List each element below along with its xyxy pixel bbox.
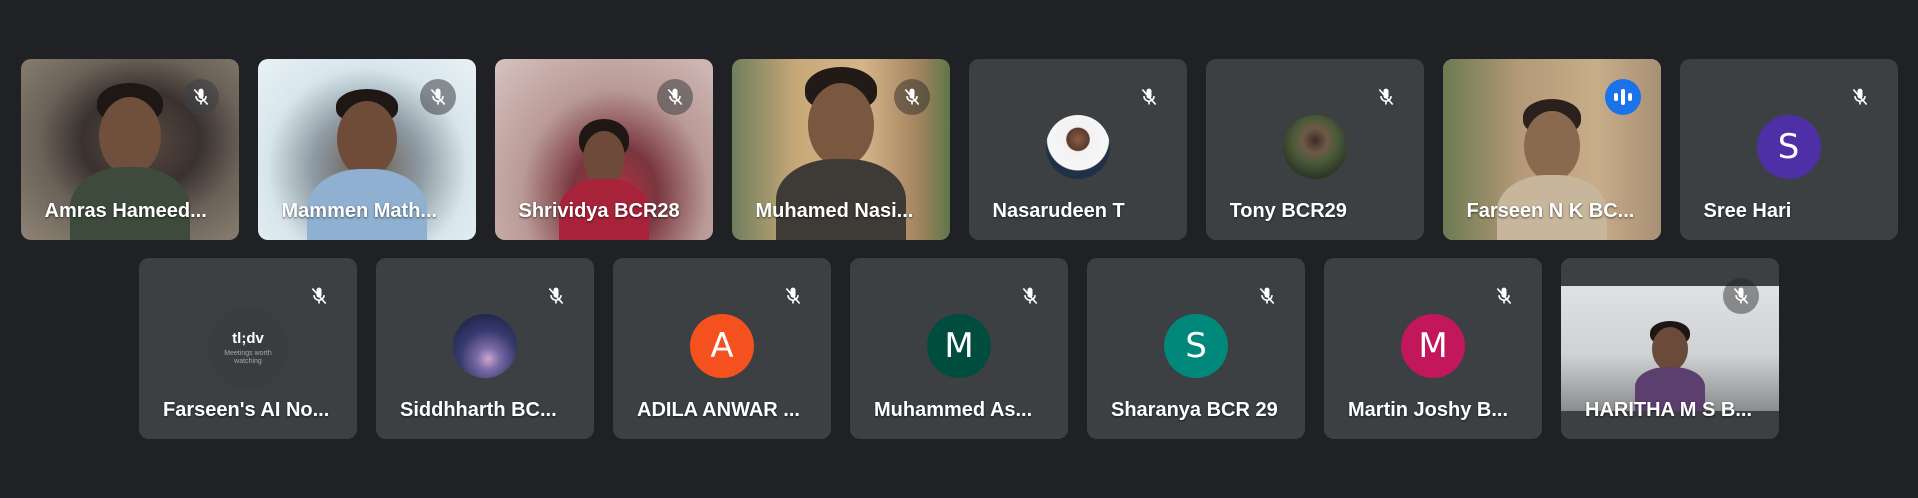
participant-name: Martin Joshy B...: [1348, 399, 1509, 421]
mic-off-icon: [538, 278, 574, 314]
avatar: M: [927, 314, 991, 378]
participant-row-1: Amras Hameed... Mammen Math... Shrividya…: [0, 59, 1918, 240]
participant-tile-sharanya[interactable]: S Sharanya BCR 29: [1087, 258, 1305, 439]
participant-tile-siddhharth[interactable]: Siddhharth BC...: [376, 258, 594, 439]
meeting-grid: Amras Hameed... Mammen Math... Shrividya…: [0, 0, 1918, 498]
participant-tile-shrividya[interactable]: Shrividya BCR28: [494, 59, 713, 240]
participant-name: Nasarudeen T: [992, 200, 1125, 222]
mic-off-icon: [1367, 79, 1404, 115]
mic-off-icon: [1249, 278, 1285, 314]
participant-name: Sharanya BCR 29: [1111, 399, 1278, 421]
mic-off-icon: [775, 278, 811, 314]
avatar: S: [1756, 115, 1821, 179]
tldv-logo: tl;dv Meetings worth watching: [208, 308, 288, 388]
avatar: M: [1401, 314, 1465, 378]
participant-tile-tony[interactable]: Tony BCR29: [1205, 59, 1424, 240]
participant-name: Amras Hameed...: [44, 200, 207, 222]
mic-off-icon: [1486, 278, 1522, 314]
participant-tile-muhamed[interactable]: Muhamed Nasi...: [731, 59, 950, 240]
mic-off-icon: [182, 79, 219, 115]
participant-name: Sree Hari: [1703, 200, 1792, 222]
participant-name: Tony BCR29: [1229, 200, 1347, 222]
mic-off-icon: [656, 79, 693, 115]
avatar: [1045, 115, 1110, 179]
participant-tile-ai-notetaker[interactable]: tl;dv Meetings worth watching Farseen's …: [139, 258, 357, 439]
participant-name: Farseen N K BC...: [1466, 200, 1635, 222]
participant-name: Mammen Math...: [281, 200, 438, 222]
audio-level-icon: [1604, 79, 1641, 115]
participant-tile-farseen[interactable]: Farseen N K BC...: [1442, 59, 1661, 240]
participant-name: Siddhharth BC...: [400, 399, 557, 421]
participant-name: Muhamed Nasi...: [755, 200, 914, 222]
participant-tile-haritha[interactable]: HARITHA M S B...: [1561, 258, 1779, 439]
mic-off-icon: [301, 278, 337, 314]
avatar: A: [690, 314, 754, 378]
participant-name: Muhammed As...: [874, 399, 1033, 421]
participant-tile-amras[interactable]: Amras Hameed...: [20, 59, 239, 240]
logo-text: tl;dv: [232, 330, 264, 347]
participant-tile-mammen[interactable]: Mammen Math...: [257, 59, 476, 240]
participant-tile-nasarudeen[interactable]: Nasarudeen T: [968, 59, 1187, 240]
participant-name: Farseen's AI No...: [163, 399, 330, 421]
avatar: [453, 314, 517, 378]
logo-subtext: Meetings worth watching: [224, 350, 272, 365]
participant-tile-martin-joshy[interactable]: M Martin Joshy B...: [1324, 258, 1542, 439]
participant-tile-sree-hari[interactable]: S Sree Hari: [1679, 59, 1898, 240]
participant-name: ADILA ANWAR ...: [637, 399, 800, 421]
participant-tile-adila-anwar[interactable]: A ADILA ANWAR ...: [613, 258, 831, 439]
person-figure: [1635, 321, 1705, 411]
mic-off-icon: [1012, 278, 1048, 314]
mic-off-icon: [419, 79, 456, 115]
mic-off-icon: [1841, 79, 1878, 115]
participant-tile-muhammed-as[interactable]: M Muhammed As...: [850, 258, 1068, 439]
participant-name: Shrividya BCR28: [518, 200, 680, 222]
mic-off-icon: [1723, 278, 1759, 314]
avatar: [1282, 115, 1347, 179]
mic-off-icon: [1130, 79, 1167, 115]
mic-off-icon: [893, 79, 930, 115]
avatar: S: [1164, 314, 1228, 378]
participant-name: HARITHA M S B...: [1585, 399, 1753, 421]
participant-row-2: tl;dv Meetings worth watching Farseen's …: [0, 258, 1918, 439]
